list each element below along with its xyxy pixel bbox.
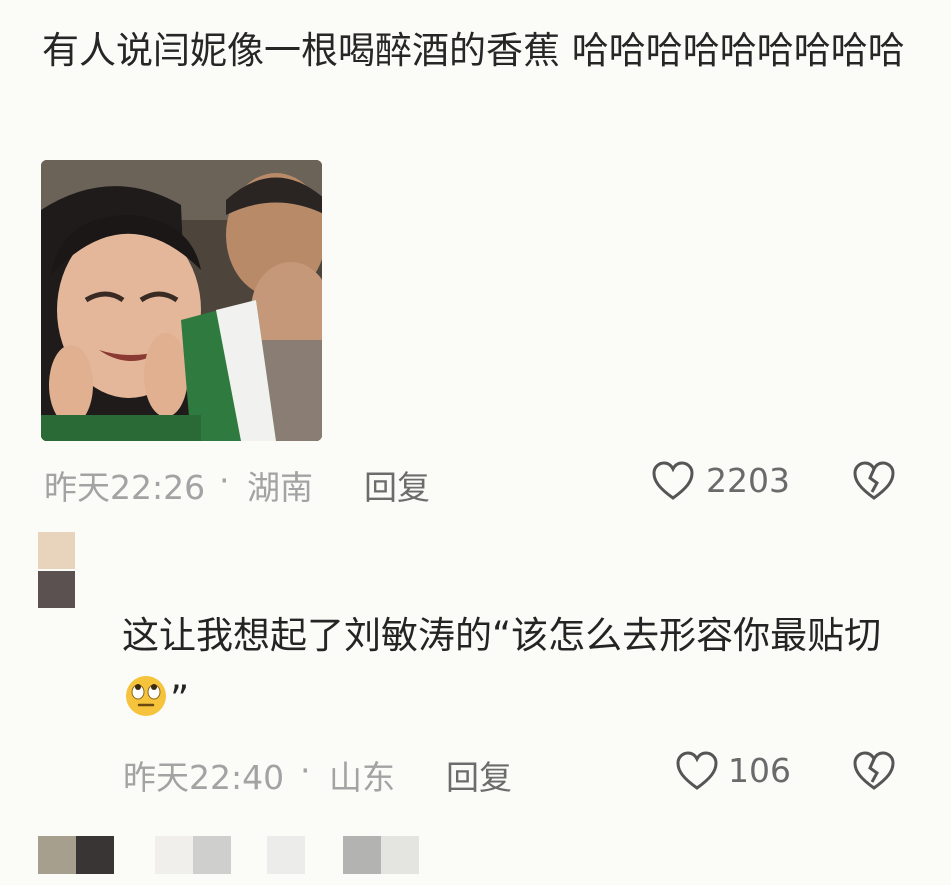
avatar[interactable] (38, 532, 75, 569)
comment-1-time: 昨天22:26 (44, 468, 206, 507)
avatar-lower (38, 571, 75, 608)
blurred-block (343, 836, 381, 874)
comment-2-separator: · (300, 751, 311, 790)
broken-heart-icon[interactable] (852, 460, 896, 502)
comment-2-time: 昨天22:40 (123, 758, 285, 797)
blurred-block (381, 836, 419, 874)
avatar[interactable] (38, 836, 76, 874)
comment-2-text: 这让我想起了刘敏涛的“该怎么去形容你最贴切 ” (122, 604, 912, 738)
comment-1-image[interactable] (41, 160, 322, 441)
comment-1-location: 湖南 (247, 468, 313, 507)
comment-1-separator: · (219, 461, 230, 500)
eye-roll-emoji-icon (124, 674, 168, 738)
comment-2-text-main: 这让我想起了刘敏涛的“该怎么去形容你最贴切 (122, 614, 882, 657)
blurred-block (76, 836, 114, 874)
broken-heart-icon[interactable] (852, 750, 896, 792)
heart-outline-icon[interactable] (651, 460, 695, 502)
comment-2-text-end: ” (170, 678, 190, 721)
comment-1-reply-button[interactable]: 回复 (364, 461, 430, 509)
crying-people-photo (41, 160, 322, 441)
comment-2-location: 山东 (329, 758, 395, 797)
comment-1-like-count: 2203 (706, 461, 790, 500)
heart-outline-icon[interactable] (675, 750, 719, 792)
comment-2-reply-button[interactable]: 回复 (446, 751, 512, 799)
blurred-block (267, 836, 305, 874)
comment-2-like-count: 106 (728, 751, 791, 790)
comment-1-text: 有人说闫妮像一根喝醉酒的香蕉 哈哈哈哈哈哈哈哈哈 (42, 29, 905, 72)
blurred-block (193, 836, 231, 874)
blurred-block (155, 836, 193, 874)
